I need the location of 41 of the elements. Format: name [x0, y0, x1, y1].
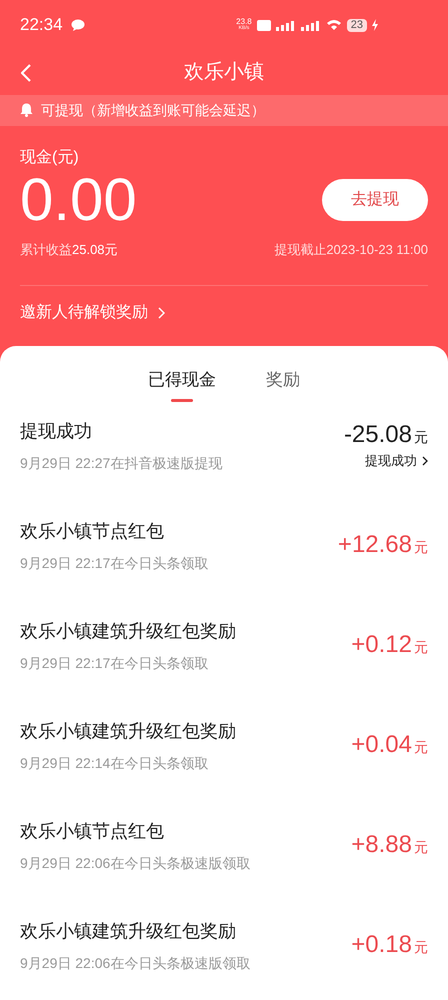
- bell-icon: [20, 103, 33, 118]
- record-title: 提现成功: [20, 420, 93, 443]
- record-amount: +0.04 元: [351, 731, 428, 760]
- message-icon: [70, 19, 85, 32]
- signal-icon: [276, 19, 296, 32]
- record-title: 欢乐小镇建筑升级红包奖励: [20, 620, 236, 643]
- notice-text: 可提现（新增收益到账可能会延迟）: [41, 100, 265, 120]
- status-time: 22:34: [20, 14, 63, 36]
- page-title: 欢乐小镇: [184, 60, 264, 86]
- record-time: 9月29日 22:06在今日头条极速版领取: [20, 854, 250, 873]
- record-amount: -25.08 元: [344, 421, 428, 450]
- chevron-icon: [422, 456, 428, 466]
- record-title: 欢乐小镇节点红包: [20, 520, 165, 543]
- charging-icon: [372, 19, 378, 32]
- tab[interactable]: 奖励: [266, 360, 300, 400]
- net-speed: 23.8: [236, 18, 252, 26]
- record-title: 欢乐小镇建筑升级红包奖励: [20, 920, 237, 943]
- record-title: 欢乐小镇建筑升级红包奖励: [20, 720, 236, 743]
- record-title: 欢乐小镇节点红包: [20, 820, 165, 843]
- record-amount: +8.88 元: [351, 831, 428, 860]
- record-amount: +0.12 元: [351, 631, 428, 660]
- record-time: 9月29日 22:17在今日头条领取: [20, 654, 210, 673]
- withdraw-deadline: 提现截止2023-10-23 11:00: [274, 240, 428, 258]
- record-amount: +12.68 元: [338, 531, 428, 560]
- tab[interactable]: 已得现金: [148, 360, 216, 400]
- back-button[interactable]: [18, 63, 34, 84]
- record-time: 9月29日 22:17在今日头条领取: [20, 554, 208, 573]
- chevron-icon: [158, 307, 165, 319]
- cash-label: 现金(元): [20, 148, 80, 168]
- status-link[interactable]: 提现成功: [365, 451, 428, 471]
- battery-indicator: 23: [346, 18, 367, 32]
- wifi-icon: [326, 19, 342, 32]
- record-time: 9月29日 22:06在今日头条极速版领取: [20, 954, 250, 973]
- cash-amount: 0.00: [20, 168, 137, 232]
- signal-icon: [300, 19, 321, 32]
- record-time: 9月29日 22:27在抖音极速版提现: [20, 454, 222, 473]
- record-amount: +0.18 元: [351, 931, 428, 960]
- total-earnings: 累计收益25.08元: [20, 240, 118, 258]
- record-time: 9月29日 22:14在今日头条领取: [20, 754, 210, 773]
- withdraw-button[interactable]: 去提现: [322, 178, 428, 220]
- invite-link[interactable]: 邀新人待解锁奖励: [20, 286, 165, 340]
